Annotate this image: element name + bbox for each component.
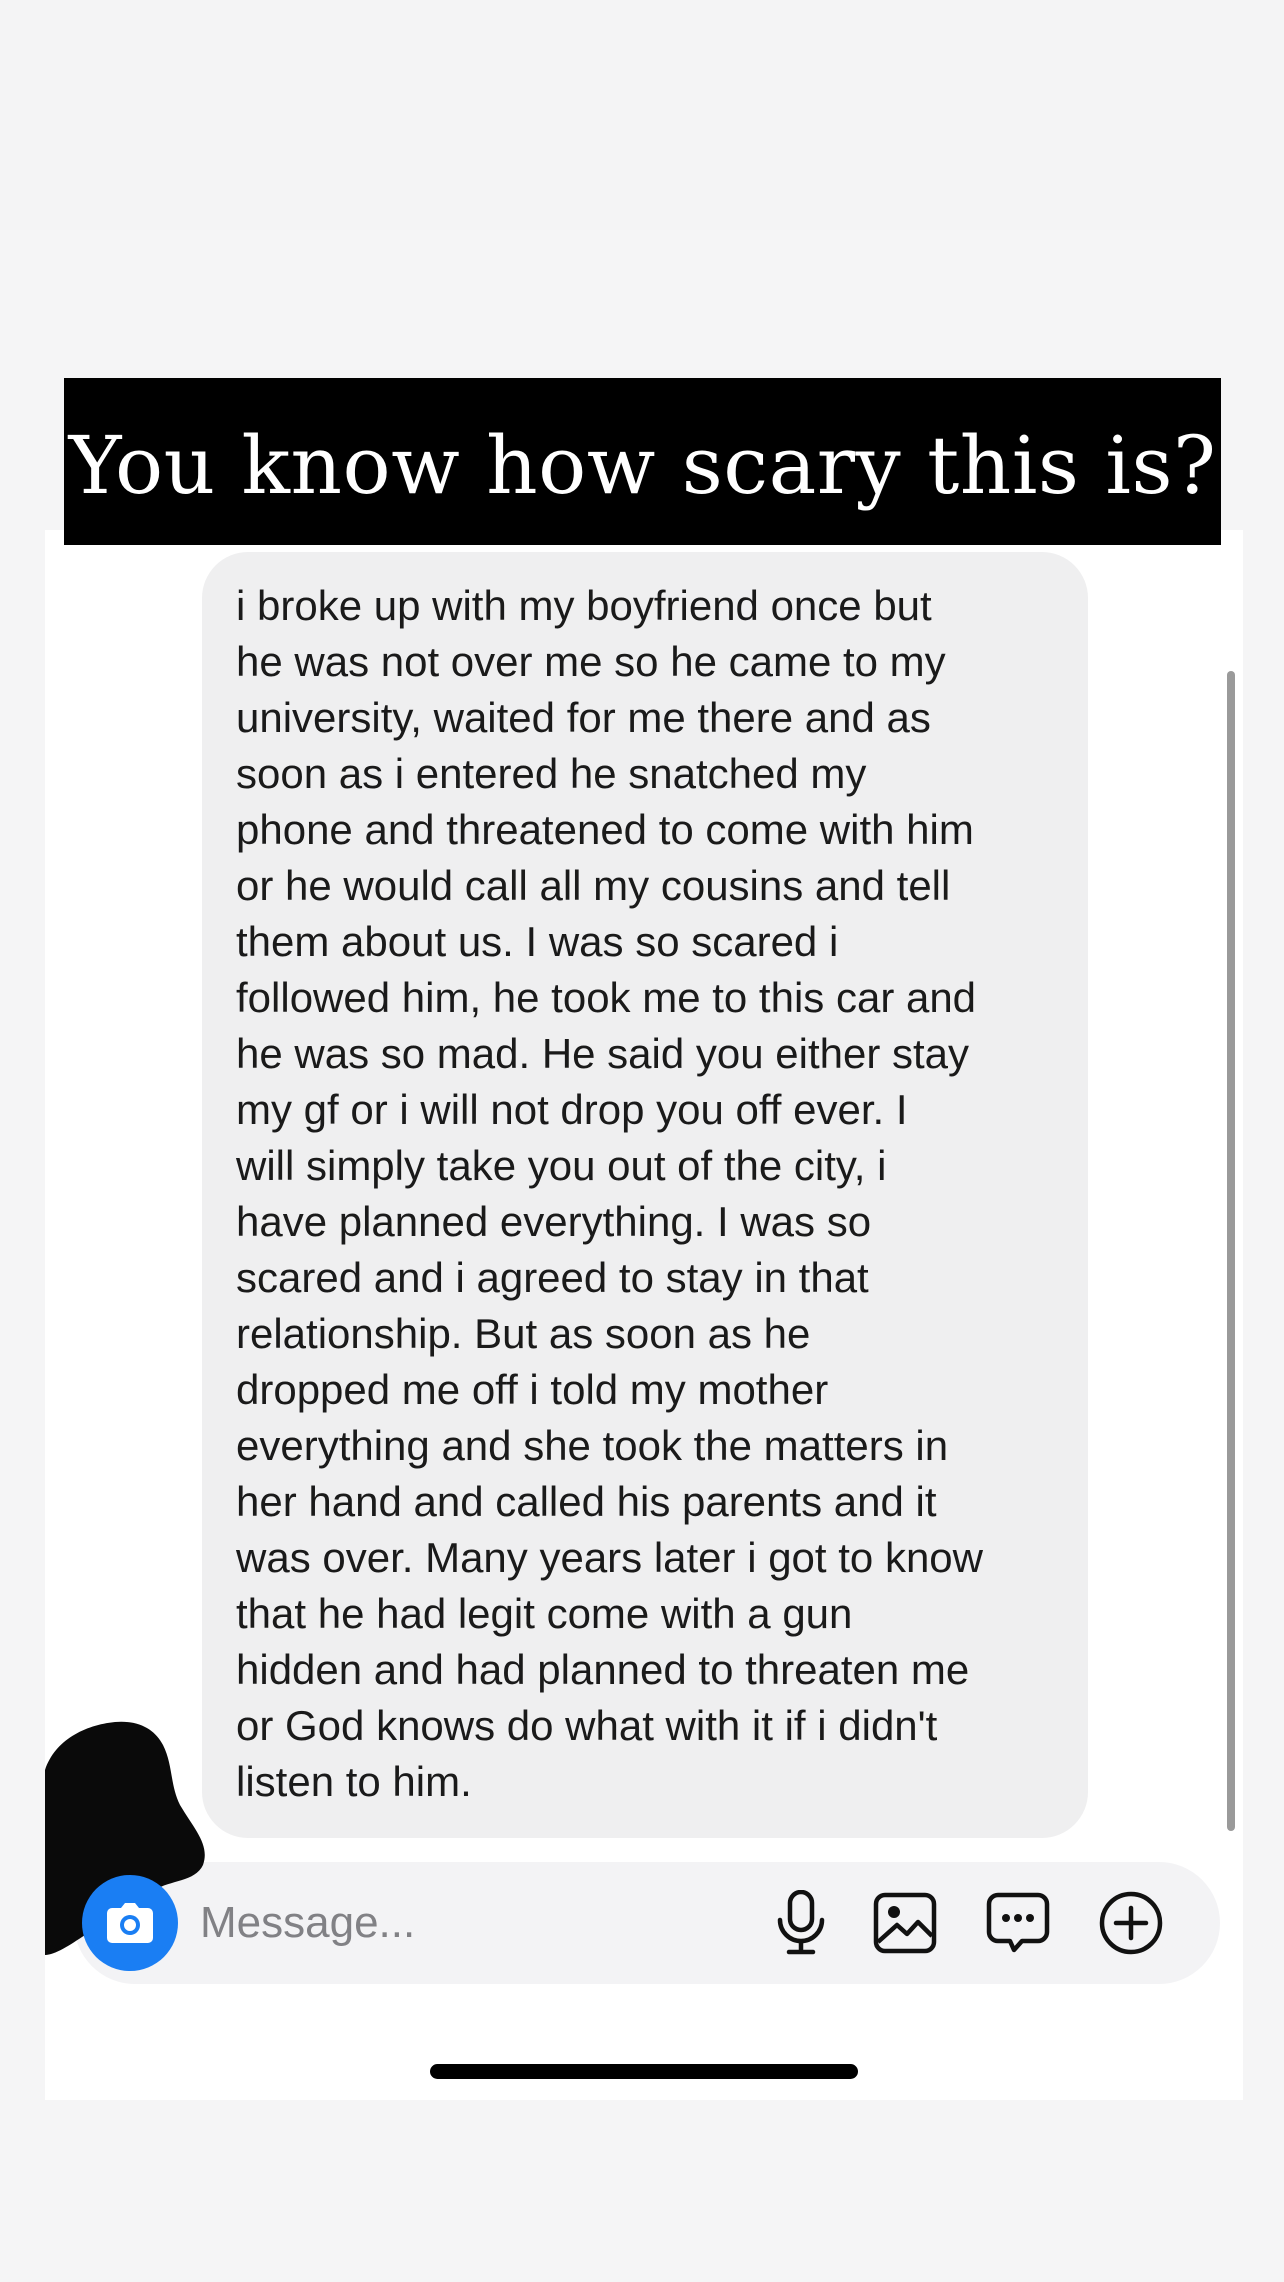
received-message-bubble[interactable]: i broke up with my boyfriend once but he… [202, 552, 1088, 1838]
microphone-icon [777, 1890, 825, 1955]
add-icon [1099, 1891, 1163, 1955]
page-background [0, 0, 1284, 230]
sticker-chat-icon [986, 1892, 1050, 1953]
scrollbar[interactable] [1227, 671, 1235, 1831]
gallery-button[interactable] [872, 1890, 938, 1956]
camera-button[interactable] [82, 1875, 178, 1971]
sticker-button[interactable] [985, 1890, 1051, 1956]
title-banner: You know how scary this is? [64, 378, 1221, 545]
voice-button[interactable] [768, 1890, 834, 1956]
message-text: i broke up with my boyfriend once but he… [236, 582, 983, 1805]
image-icon [873, 1892, 937, 1954]
add-button[interactable] [1098, 1890, 1164, 1956]
message-input[interactable] [200, 1888, 740, 1958]
camera-icon [107, 1903, 153, 1943]
title-text: You know how scary this is? [68, 418, 1217, 512]
home-indicator[interactable] [430, 2064, 858, 2079]
